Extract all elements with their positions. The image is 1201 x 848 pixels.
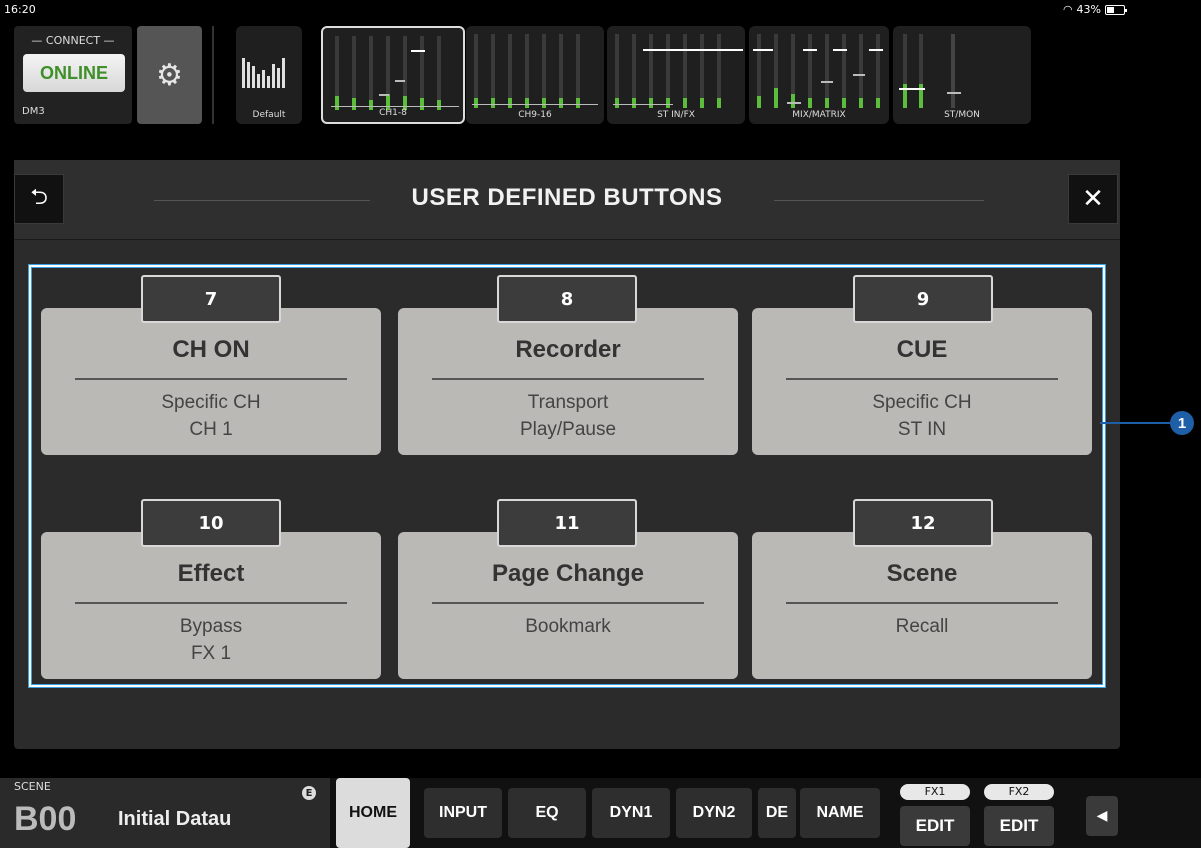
user-button-10[interactable]: Effect Bypass FX 1: [41, 532, 381, 679]
button-param-2: Play/Pause: [519, 419, 617, 440]
button-number: 10: [141, 499, 281, 547]
meter-bridge-icon: [242, 48, 286, 88]
scene-number: B00: [14, 800, 77, 838]
button-divider: [786, 602, 1058, 604]
button-function: Scene: [886, 560, 958, 587]
button-param-1: Recall: [895, 616, 949, 637]
tile-label: CH9-16: [518, 110, 552, 120]
meter-tile-st-in-fx[interactable]: ST IN/FX: [607, 26, 745, 124]
wifi-icon: ◠: [1062, 3, 1073, 16]
button-divider: [75, 378, 347, 380]
scene-name: Initial Datau: [118, 808, 232, 830]
user-defined-buttons-panel: ⮌ USER DEFINED BUTTONS ✕ CH ON Specific …: [14, 160, 1120, 749]
home-tab[interactable]: HOME: [336, 778, 410, 848]
meter-tile-default[interactable]: Default: [236, 26, 302, 124]
button-param-2: FX 1: [190, 643, 232, 664]
dyn1-tab[interactable]: DYN1: [592, 788, 670, 838]
close-icon: ✕: [1082, 184, 1104, 214]
edit-indicator-badge: E: [302, 786, 316, 800]
callout-badge: 1: [1170, 411, 1194, 435]
online-button[interactable]: ONLINE: [23, 54, 125, 92]
button-number: 12: [853, 499, 993, 547]
user-button-12[interactable]: Scene Recall: [752, 532, 1092, 679]
tile-label: MIX/MATRIX: [792, 110, 846, 120]
meter-tile-ch1-8[interactable]: CH1-8: [321, 26, 465, 124]
panel-header: ⮌ USER DEFINED BUTTONS ✕: [14, 160, 1120, 240]
button-param-1: Bypass: [179, 616, 243, 637]
settings-button[interactable]: ⚙: [137, 26, 202, 124]
input-tab[interactable]: INPUT: [424, 788, 502, 838]
button-function: CUE: [896, 336, 948, 363]
button-function: Recorder: [515, 336, 621, 363]
button-divider: [786, 378, 1058, 380]
clock: 16:20: [4, 3, 36, 16]
fx1-edit-button[interactable]: EDIT: [900, 806, 970, 846]
battery-icon: [1105, 4, 1127, 15]
expand-button[interactable]: ◀: [1086, 796, 1118, 836]
user-button-9[interactable]: CUE Specific CH ST IN: [752, 308, 1092, 455]
gear-icon: ⚙: [156, 57, 183, 93]
button-param-1: Transport: [527, 392, 609, 413]
tile-label: ST/MON: [944, 110, 980, 120]
button-param-2: ST IN: [897, 419, 947, 440]
button-number: 11: [497, 499, 637, 547]
eq-tab[interactable]: EQ: [508, 788, 586, 838]
bottom-bar: SCENE B00 Initial Datau E HOME INPUT EQ …: [0, 778, 1201, 848]
connect-panel: — CONNECT — ONLINE DM3: [14, 26, 132, 124]
button-number: 8: [497, 275, 637, 323]
battery-percent: 43%: [1076, 3, 1101, 16]
scene-label: SCENE: [14, 780, 51, 793]
device-name: DM3: [22, 106, 45, 117]
button-param-1: Specific CH: [872, 392, 972, 413]
battery-indicator: ◠ 43%: [1062, 3, 1127, 16]
status-bar: 16:20 ◠ 43%: [0, 0, 1201, 18]
user-button-11[interactable]: Page Change Bookmark: [398, 532, 738, 679]
dyn2-tab[interactable]: DYN2: [676, 788, 752, 838]
user-button-8[interactable]: Recorder Transport Play/Pause: [398, 308, 738, 455]
tile-label: Default: [252, 110, 286, 120]
chevron-left-icon: ◀: [1096, 808, 1108, 824]
callout-leader: [1100, 422, 1172, 424]
divider: [212, 26, 214, 124]
page-title: USER DEFINED BUTTONS: [411, 184, 723, 211]
tile-label: ST IN/FX: [657, 110, 695, 120]
fx2-edit-button[interactable]: EDIT: [984, 806, 1054, 846]
close-button[interactable]: ✕: [1068, 174, 1118, 224]
fx1-label: FX1: [900, 784, 970, 800]
button-function: Effect: [177, 560, 245, 587]
meter-tile-ch9-16[interactable]: CH9-16: [466, 26, 604, 124]
button-function: Page Change: [491, 560, 645, 587]
button-divider: [432, 602, 704, 604]
button-param-2: CH 1: [189, 419, 233, 440]
scene-area[interactable]: SCENE B00 Initial Datau E: [0, 778, 330, 848]
button-function: CH ON: [172, 336, 250, 363]
user-button-7[interactable]: CH ON Specific CH CH 1: [41, 308, 381, 455]
button-param-1: Specific CH: [161, 392, 261, 413]
fx2-label: FX2: [984, 784, 1054, 800]
name-tab[interactable]: NAME: [800, 788, 880, 838]
meter-tile-mix-matrix[interactable]: MIX/MATRIX: [749, 26, 889, 124]
button-divider: [75, 602, 347, 604]
button-param-1: Bookmark: [525, 616, 611, 637]
button-number: 9: [853, 275, 993, 323]
tile-label: CH1-8: [379, 108, 407, 118]
connect-label: — CONNECT —: [31, 34, 115, 47]
buttons-grid: CH ON Specific CH CH 1 7 Recorder Transp…: [28, 264, 1106, 688]
meter-tile-st-mon[interactable]: ST/MON: [893, 26, 1031, 124]
button-divider: [432, 378, 704, 380]
button-number: 7: [141, 275, 281, 323]
delay-tab[interactable]: DE: [758, 788, 796, 838]
